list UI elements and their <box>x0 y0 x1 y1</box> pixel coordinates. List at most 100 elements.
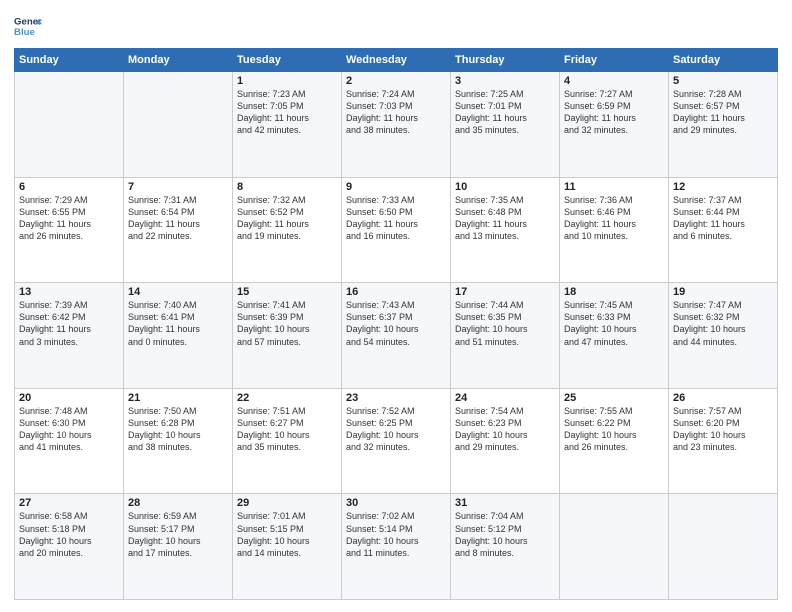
logo: General Blue <box>14 12 42 40</box>
day-number: 4 <box>564 75 664 87</box>
day-number: 15 <box>237 286 337 298</box>
day-number: 5 <box>673 75 773 87</box>
day-info: Sunrise: 7:28 AM Sunset: 6:57 PM Dayligh… <box>673 88 773 137</box>
day-cell: 17Sunrise: 7:44 AM Sunset: 6:35 PM Dayli… <box>451 283 560 389</box>
day-info: Sunrise: 7:35 AM Sunset: 6:48 PM Dayligh… <box>455 194 555 243</box>
day-cell <box>560 494 669 600</box>
day-cell <box>124 72 233 178</box>
day-info: Sunrise: 7:51 AM Sunset: 6:27 PM Dayligh… <box>237 405 337 454</box>
day-info: Sunrise: 7:50 AM Sunset: 6:28 PM Dayligh… <box>128 405 228 454</box>
day-number: 10 <box>455 181 555 193</box>
svg-text:Blue: Blue <box>14 27 35 38</box>
day-cell: 20Sunrise: 7:48 AM Sunset: 6:30 PM Dayli… <box>15 388 124 494</box>
day-cell: 5Sunrise: 7:28 AM Sunset: 6:57 PM Daylig… <box>669 72 778 178</box>
day-number: 7 <box>128 181 228 193</box>
header-row: SundayMondayTuesdayWednesdayThursdayFrid… <box>15 49 778 72</box>
day-cell: 23Sunrise: 7:52 AM Sunset: 6:25 PM Dayli… <box>342 388 451 494</box>
week-row-3: 13Sunrise: 7:39 AM Sunset: 6:42 PM Dayli… <box>15 283 778 389</box>
week-row-4: 20Sunrise: 7:48 AM Sunset: 6:30 PM Dayli… <box>15 388 778 494</box>
day-cell: 10Sunrise: 7:35 AM Sunset: 6:48 PM Dayli… <box>451 177 560 283</box>
col-header-saturday: Saturday <box>669 49 778 72</box>
day-number: 30 <box>346 497 446 509</box>
day-cell: 4Sunrise: 7:27 AM Sunset: 6:59 PM Daylig… <box>560 72 669 178</box>
day-number: 13 <box>19 286 119 298</box>
day-number: 8 <box>237 181 337 193</box>
day-info: Sunrise: 7:54 AM Sunset: 6:23 PM Dayligh… <box>455 405 555 454</box>
day-info: Sunrise: 7:27 AM Sunset: 6:59 PM Dayligh… <box>564 88 664 137</box>
day-cell: 19Sunrise: 7:47 AM Sunset: 6:32 PM Dayli… <box>669 283 778 389</box>
calendar-table: SundayMondayTuesdayWednesdayThursdayFrid… <box>14 48 778 600</box>
day-cell: 26Sunrise: 7:57 AM Sunset: 6:20 PM Dayli… <box>669 388 778 494</box>
day-info: Sunrise: 7:43 AM Sunset: 6:37 PM Dayligh… <box>346 299 446 348</box>
day-number: 11 <box>564 181 664 193</box>
day-number: 22 <box>237 392 337 404</box>
day-cell: 30Sunrise: 7:02 AM Sunset: 5:14 PM Dayli… <box>342 494 451 600</box>
day-info: Sunrise: 7:29 AM Sunset: 6:55 PM Dayligh… <box>19 194 119 243</box>
col-header-thursday: Thursday <box>451 49 560 72</box>
day-number: 17 <box>455 286 555 298</box>
day-cell: 22Sunrise: 7:51 AM Sunset: 6:27 PM Dayli… <box>233 388 342 494</box>
day-number: 9 <box>346 181 446 193</box>
day-cell: 12Sunrise: 7:37 AM Sunset: 6:44 PM Dayli… <box>669 177 778 283</box>
day-cell: 9Sunrise: 7:33 AM Sunset: 6:50 PM Daylig… <box>342 177 451 283</box>
day-cell: 28Sunrise: 6:59 AM Sunset: 5:17 PM Dayli… <box>124 494 233 600</box>
day-cell: 31Sunrise: 7:04 AM Sunset: 5:12 PM Dayli… <box>451 494 560 600</box>
day-cell <box>669 494 778 600</box>
week-row-2: 6Sunrise: 7:29 AM Sunset: 6:55 PM Daylig… <box>15 177 778 283</box>
day-info: Sunrise: 7:24 AM Sunset: 7:03 PM Dayligh… <box>346 88 446 137</box>
day-number: 2 <box>346 75 446 87</box>
day-number: 24 <box>455 392 555 404</box>
day-number: 18 <box>564 286 664 298</box>
day-info: Sunrise: 7:31 AM Sunset: 6:54 PM Dayligh… <box>128 194 228 243</box>
day-number: 14 <box>128 286 228 298</box>
day-cell: 15Sunrise: 7:41 AM Sunset: 6:39 PM Dayli… <box>233 283 342 389</box>
day-number: 19 <box>673 286 773 298</box>
day-info: Sunrise: 7:52 AM Sunset: 6:25 PM Dayligh… <box>346 405 446 454</box>
col-header-friday: Friday <box>560 49 669 72</box>
day-number: 21 <box>128 392 228 404</box>
day-info: Sunrise: 7:55 AM Sunset: 6:22 PM Dayligh… <box>564 405 664 454</box>
day-cell: 25Sunrise: 7:55 AM Sunset: 6:22 PM Dayli… <box>560 388 669 494</box>
day-info: Sunrise: 7:02 AM Sunset: 5:14 PM Dayligh… <box>346 510 446 559</box>
header: General Blue <box>14 12 778 40</box>
col-header-tuesday: Tuesday <box>233 49 342 72</box>
day-cell: 18Sunrise: 7:45 AM Sunset: 6:33 PM Dayli… <box>560 283 669 389</box>
day-info: Sunrise: 7:33 AM Sunset: 6:50 PM Dayligh… <box>346 194 446 243</box>
day-cell: 29Sunrise: 7:01 AM Sunset: 5:15 PM Dayli… <box>233 494 342 600</box>
day-number: 20 <box>19 392 119 404</box>
col-header-monday: Monday <box>124 49 233 72</box>
day-info: Sunrise: 6:59 AM Sunset: 5:17 PM Dayligh… <box>128 510 228 559</box>
day-cell: 16Sunrise: 7:43 AM Sunset: 6:37 PM Dayli… <box>342 283 451 389</box>
day-info: Sunrise: 7:47 AM Sunset: 6:32 PM Dayligh… <box>673 299 773 348</box>
day-cell: 8Sunrise: 7:32 AM Sunset: 6:52 PM Daylig… <box>233 177 342 283</box>
day-info: Sunrise: 7:36 AM Sunset: 6:46 PM Dayligh… <box>564 194 664 243</box>
day-number: 1 <box>237 75 337 87</box>
day-info: Sunrise: 7:32 AM Sunset: 6:52 PM Dayligh… <box>237 194 337 243</box>
day-cell <box>15 72 124 178</box>
day-info: Sunrise: 7:23 AM Sunset: 7:05 PM Dayligh… <box>237 88 337 137</box>
day-number: 16 <box>346 286 446 298</box>
day-number: 25 <box>564 392 664 404</box>
day-cell: 3Sunrise: 7:25 AM Sunset: 7:01 PM Daylig… <box>451 72 560 178</box>
day-number: 31 <box>455 497 555 509</box>
logo-icon: General Blue <box>14 12 42 40</box>
day-info: Sunrise: 7:25 AM Sunset: 7:01 PM Dayligh… <box>455 88 555 137</box>
day-number: 12 <box>673 181 773 193</box>
day-info: Sunrise: 7:40 AM Sunset: 6:41 PM Dayligh… <box>128 299 228 348</box>
week-row-5: 27Sunrise: 6:58 AM Sunset: 5:18 PM Dayli… <box>15 494 778 600</box>
day-info: Sunrise: 7:44 AM Sunset: 6:35 PM Dayligh… <box>455 299 555 348</box>
day-number: 6 <box>19 181 119 193</box>
day-number: 29 <box>237 497 337 509</box>
day-info: Sunrise: 7:45 AM Sunset: 6:33 PM Dayligh… <box>564 299 664 348</box>
day-info: Sunrise: 7:48 AM Sunset: 6:30 PM Dayligh… <box>19 405 119 454</box>
day-number: 23 <box>346 392 446 404</box>
day-info: Sunrise: 7:37 AM Sunset: 6:44 PM Dayligh… <box>673 194 773 243</box>
day-info: Sunrise: 7:01 AM Sunset: 5:15 PM Dayligh… <box>237 510 337 559</box>
day-cell: 27Sunrise: 6:58 AM Sunset: 5:18 PM Dayli… <box>15 494 124 600</box>
day-number: 26 <box>673 392 773 404</box>
day-cell: 21Sunrise: 7:50 AM Sunset: 6:28 PM Dayli… <box>124 388 233 494</box>
day-info: Sunrise: 6:58 AM Sunset: 5:18 PM Dayligh… <box>19 510 119 559</box>
day-number: 3 <box>455 75 555 87</box>
day-cell: 14Sunrise: 7:40 AM Sunset: 6:41 PM Dayli… <box>124 283 233 389</box>
day-cell: 13Sunrise: 7:39 AM Sunset: 6:42 PM Dayli… <box>15 283 124 389</box>
